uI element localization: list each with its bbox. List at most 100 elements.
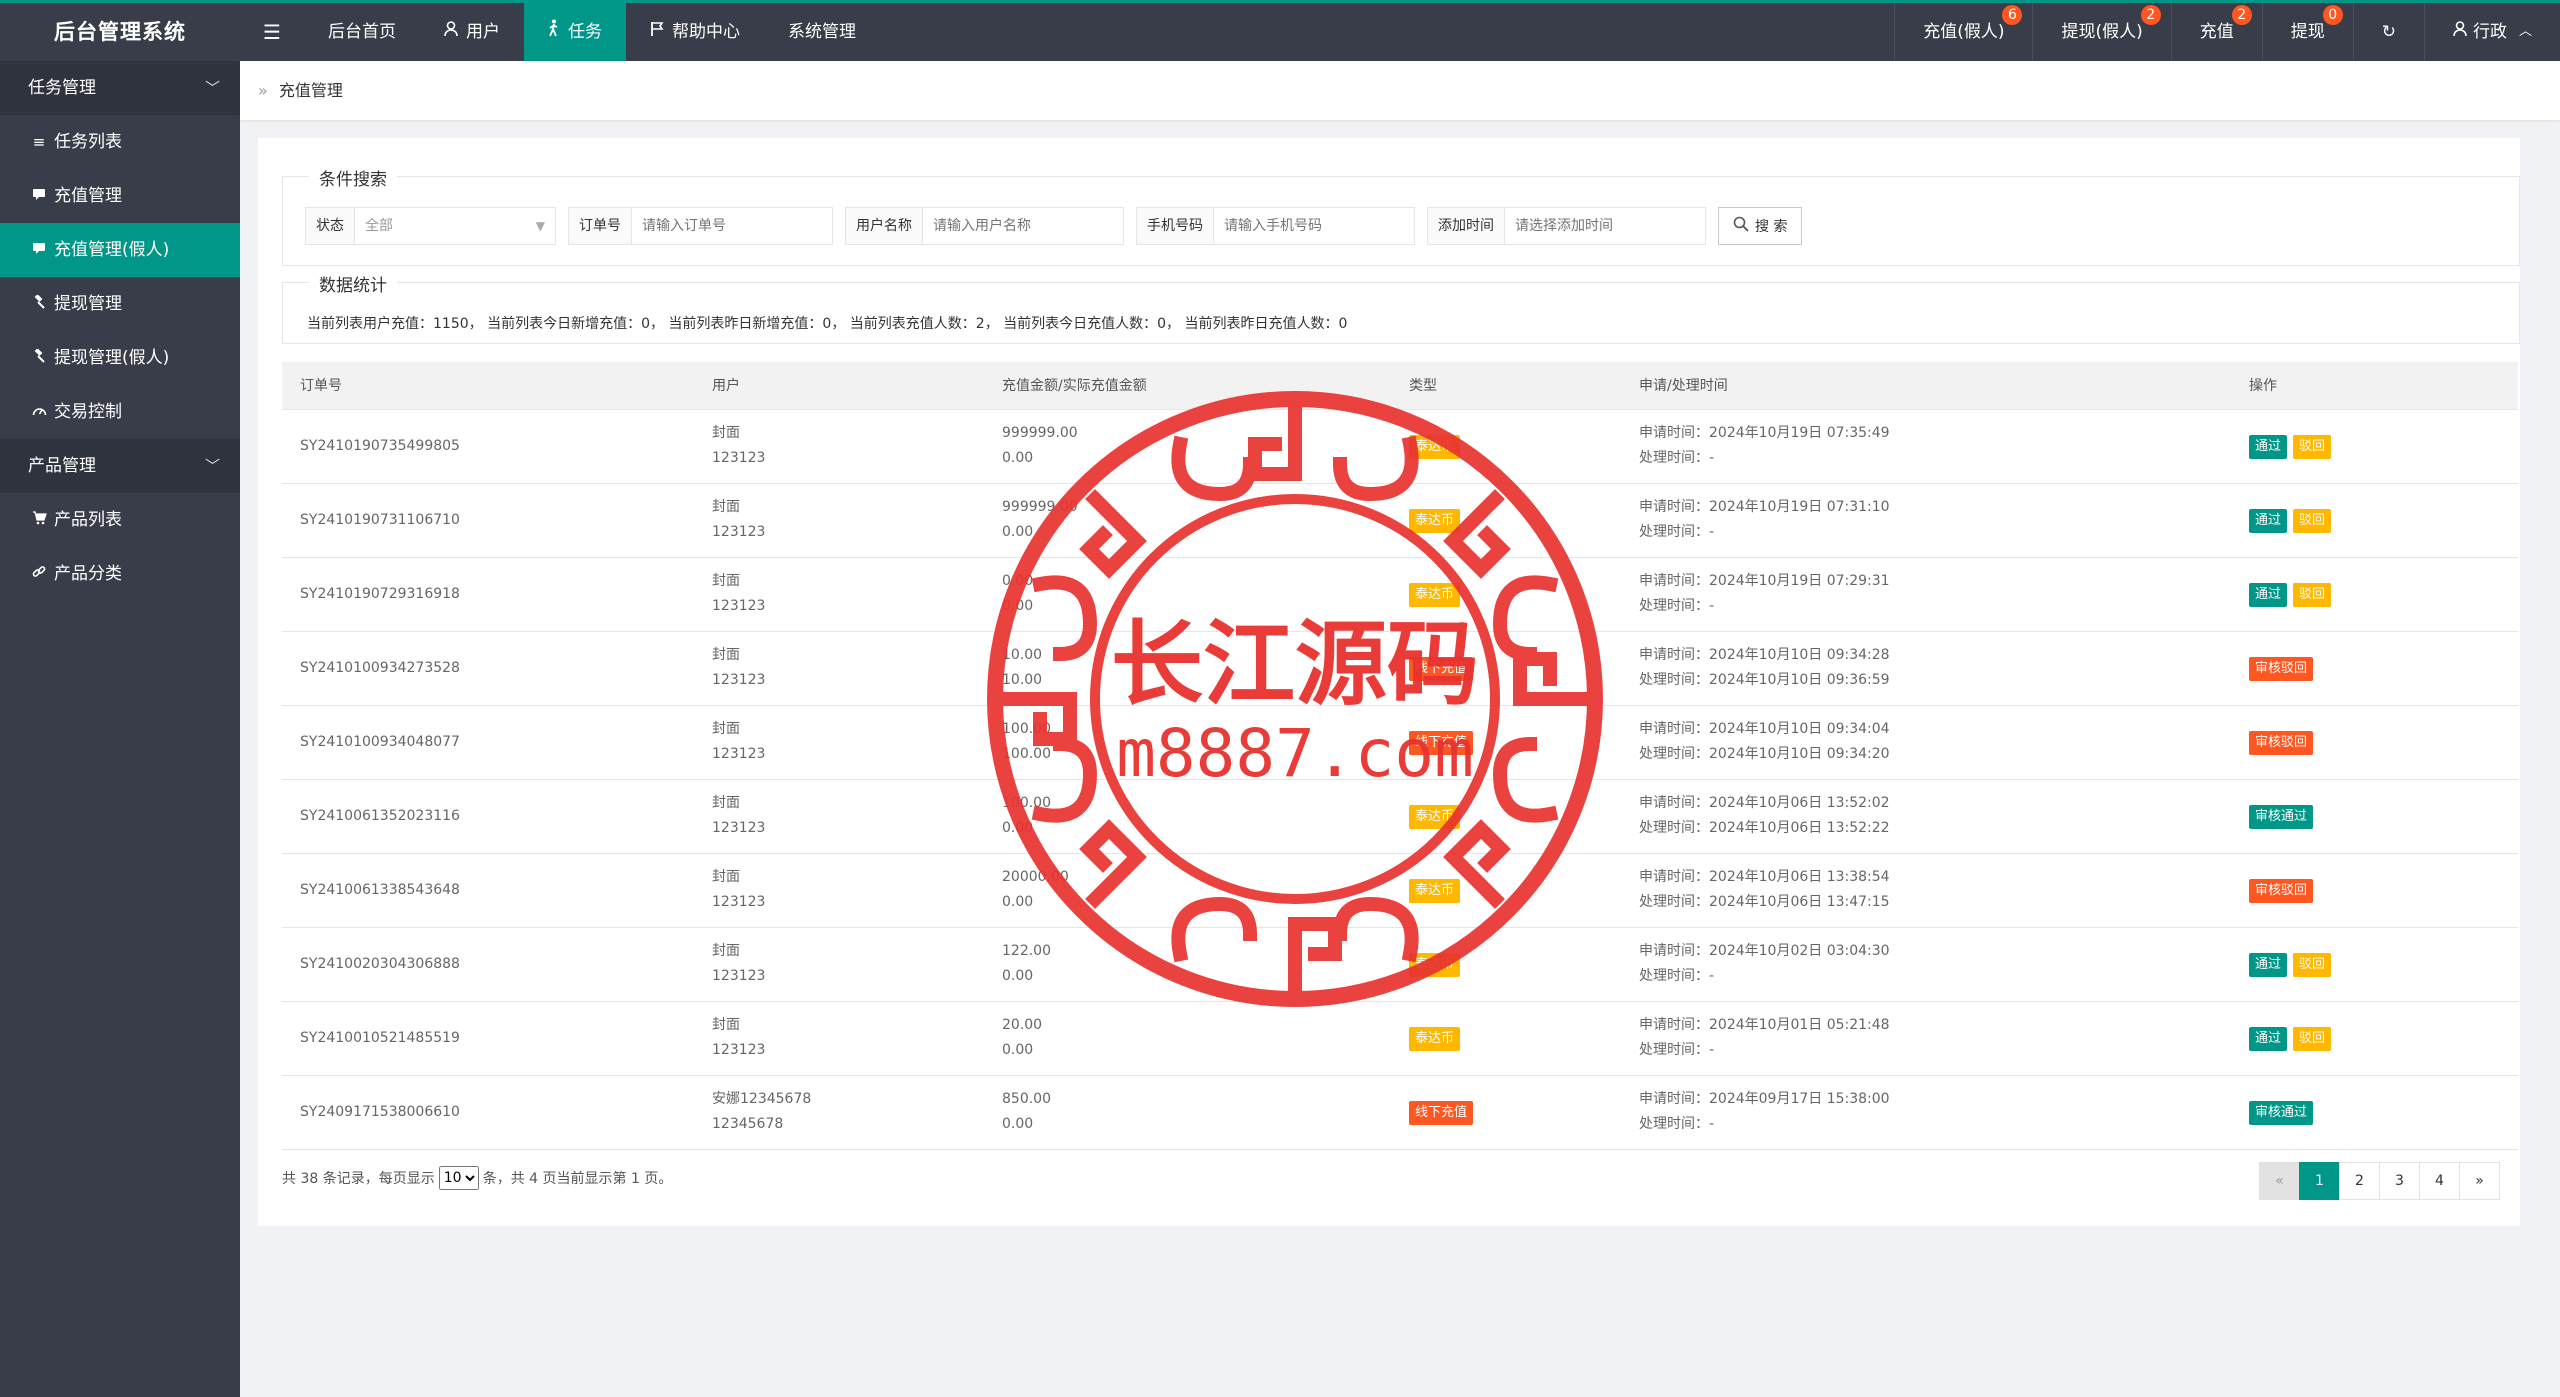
cell-amount: 20000.00 0.00: [984, 853, 1391, 928]
topnav-item-system[interactable]: 系统管理: [764, 3, 880, 61]
cell-amount-requested: 100.00: [1002, 795, 1051, 811]
cell-type: 泰达币: [1391, 853, 1621, 928]
sidebar-item-withdraw-fake[interactable]: 提现管理(假人): [0, 331, 240, 385]
time-input[interactable]: [1505, 208, 1705, 244]
topright-recharge[interactable]: 充值 2: [2170, 3, 2262, 61]
cell-time: 申请时间：2024年10月19日 07:31:10 处理时间：-: [1621, 483, 2231, 558]
per-page-select[interactable]: 10: [438, 1166, 479, 1190]
username-label: 用户名称: [846, 208, 923, 244]
action-button[interactable]: 通过: [2249, 582, 2288, 607]
app-logo[interactable]: 后台管理系统: [0, 3, 240, 61]
action-button[interactable]: 驳回: [2293, 434, 2332, 459]
topright-withdraw-fake[interactable]: 提现(假人) 2: [2032, 3, 2170, 61]
phone-input[interactable]: [1214, 208, 1414, 244]
pagination-text-before: 共 38 条记录，每页显示: [282, 1171, 435, 1187]
table-row: SY2410190731106710 封面 123123 999999.00 0.00 泰…: [282, 483, 2518, 558]
cell-time: 申请时间：2024年10月01日 05:21:48 处理时间：-: [1621, 1001, 2231, 1076]
type-tag: 泰达币: [1409, 952, 1461, 977]
link-icon: [30, 547, 48, 601]
cell-user: 封面 123123: [694, 409, 984, 484]
cell-actions: 审核驳回: [2231, 853, 2518, 928]
cell-process-time: 处理时间：2024年10月06日 13:47:15: [1639, 894, 1890, 910]
pagination-next[interactable]: »: [2459, 1162, 2500, 1200]
action-button[interactable]: 驳回: [2293, 1026, 2332, 1051]
pagination-page-1[interactable]: 1: [2299, 1162, 2340, 1200]
topnav-item-help[interactable]: 帮助中心: [626, 3, 764, 61]
cell-apply-time: 申请时间：2024年10月06日 13:38:54: [1639, 869, 1890, 885]
refresh-button[interactable]: ↻: [2352, 3, 2424, 61]
header-amount: 充值金额/实际充值金额: [984, 362, 1391, 410]
cell-user-account: 123123: [712, 820, 766, 836]
sidebar-item-recharge-fake[interactable]: 充值管理(假人): [0, 223, 240, 277]
topnav-system-label: 系统管理: [788, 22, 856, 42]
cell-user: 封面 123123: [694, 705, 984, 780]
cell-amount-actual: 0.00: [1002, 598, 1034, 614]
menu-icon: ☰: [263, 20, 281, 44]
sidebar-item-recharge[interactable]: 充值管理: [0, 169, 240, 223]
cell-amount: 20.00 0.00: [984, 1001, 1391, 1076]
action-button[interactable]: 审核通过: [2249, 1100, 2314, 1125]
cell-user-name: 封面: [712, 721, 740, 737]
sidebar-item-trade-control[interactable]: 交易控制: [0, 385, 240, 439]
cell-user-name: 封面: [712, 1017, 740, 1033]
status-select[interactable]: 全部 ▼: [355, 208, 555, 244]
action-button[interactable]: 驳回: [2293, 582, 2332, 607]
dashboard-icon: [30, 385, 48, 439]
order-input[interactable]: [632, 208, 832, 244]
cell-process-time: 处理时间：-: [1639, 968, 1715, 984]
cell-order-id: SY2410061352023116: [282, 779, 694, 854]
action-button[interactable]: 审核驳回: [2249, 656, 2314, 681]
cell-order-id: SY2410100934048077: [282, 705, 694, 780]
pagination-prev[interactable]: «: [2259, 1162, 2300, 1200]
action-button[interactable]: 通过: [2249, 508, 2288, 533]
action-button[interactable]: 审核驳回: [2249, 878, 2314, 903]
cell-amount-requested: 850.00: [1002, 1091, 1051, 1107]
action-button[interactable]: 驳回: [2293, 508, 2332, 533]
action-button[interactable]: 驳回: [2293, 952, 2332, 977]
username-input[interactable]: [923, 208, 1123, 244]
cell-order-id: SY2409171538006610: [282, 1075, 694, 1150]
menu-toggle-button[interactable]: ☰: [240, 3, 304, 61]
cell-apply-time: 申请时间：2024年10月06日 13:52:02: [1639, 795, 1890, 811]
search-fieldset: 条件搜索 状态 全部 ▼ 订单号 用户名称 手机号码: [282, 165, 2520, 266]
action-button[interactable]: 审核驳回: [2249, 730, 2314, 755]
cell-amount-requested: 20.00: [1002, 1017, 1043, 1033]
cell-user-account: 123123: [712, 672, 766, 688]
search-button[interactable]: 搜 索: [1718, 207, 1803, 245]
cell-time: 申请时间：2024年10月02日 03:04:30 处理时间：-: [1621, 927, 2231, 1002]
sidebar-item-product-list[interactable]: 产品列表: [0, 493, 240, 547]
sidebar-item-withdraw[interactable]: 提现管理: [0, 277, 240, 331]
topright-recharge-fake[interactable]: 充值(假人) 6: [1894, 3, 2032, 61]
cell-amount-requested: 999999.00: [1002, 425, 1078, 441]
cell-amount-requested: 999999.00: [1002, 499, 1078, 515]
pagination-page-3[interactable]: 3: [2379, 1162, 2420, 1200]
sidebar-item-task-list[interactable]: ≡ 任务列表: [0, 115, 240, 169]
action-button[interactable]: 通过: [2249, 434, 2288, 459]
breadcrumb-current[interactable]: 充值管理: [279, 81, 343, 100]
table-row: SY2410100934273528 封面 123123 10.00 10.00 线下充值…: [282, 631, 2518, 706]
cell-time: 申请时间：2024年10月10日 09:34:28 处理时间：2024年10月10…: [1621, 631, 2231, 706]
pagination-page-2[interactable]: 2: [2339, 1162, 2380, 1200]
gavel-icon: [30, 331, 48, 385]
cell-order-id: SY2410100934273528: [282, 631, 694, 706]
table-row: SY2410020304306888 封面 123123 122.00 0.00 泰达币 申…: [282, 927, 2518, 1002]
cell-amount-actual: 0.00: [1002, 524, 1034, 540]
action-button[interactable]: 通过: [2249, 952, 2288, 977]
topnav-item-home[interactable]: 后台首页: [304, 3, 420, 61]
cell-user-account: 123123: [712, 598, 766, 614]
cell-amount-actual: 100.00: [1002, 746, 1051, 762]
topnav-item-task[interactable]: 任务: [524, 3, 626, 61]
cell-time: 申请时间：2024年10月19日 07:35:49 处理时间：-: [1621, 409, 2231, 484]
user-menu[interactable]: 行政 ︿: [2423, 3, 2560, 61]
pagination-page-4[interactable]: 4: [2419, 1162, 2460, 1200]
topnav-item-user[interactable]: 用户: [420, 3, 524, 61]
cell-process-time: 处理时间：2024年10月06日 13:52:22: [1639, 820, 1890, 836]
cell-amount-actual: 0.00: [1002, 1116, 1034, 1132]
sidebar-group-product[interactable]: 产品管理 ﹀: [0, 439, 240, 493]
topright-withdraw[interactable]: 提现 0: [2261, 3, 2353, 61]
action-button[interactable]: 审核通过: [2249, 804, 2314, 829]
sidebar-group-task[interactable]: 任务管理 ﹀: [0, 61, 240, 115]
sidebar-item-label: 充值管理(假人): [54, 240, 170, 260]
action-button[interactable]: 通过: [2249, 1026, 2288, 1051]
sidebar-item-product-category[interactable]: 产品分类: [0, 547, 240, 601]
